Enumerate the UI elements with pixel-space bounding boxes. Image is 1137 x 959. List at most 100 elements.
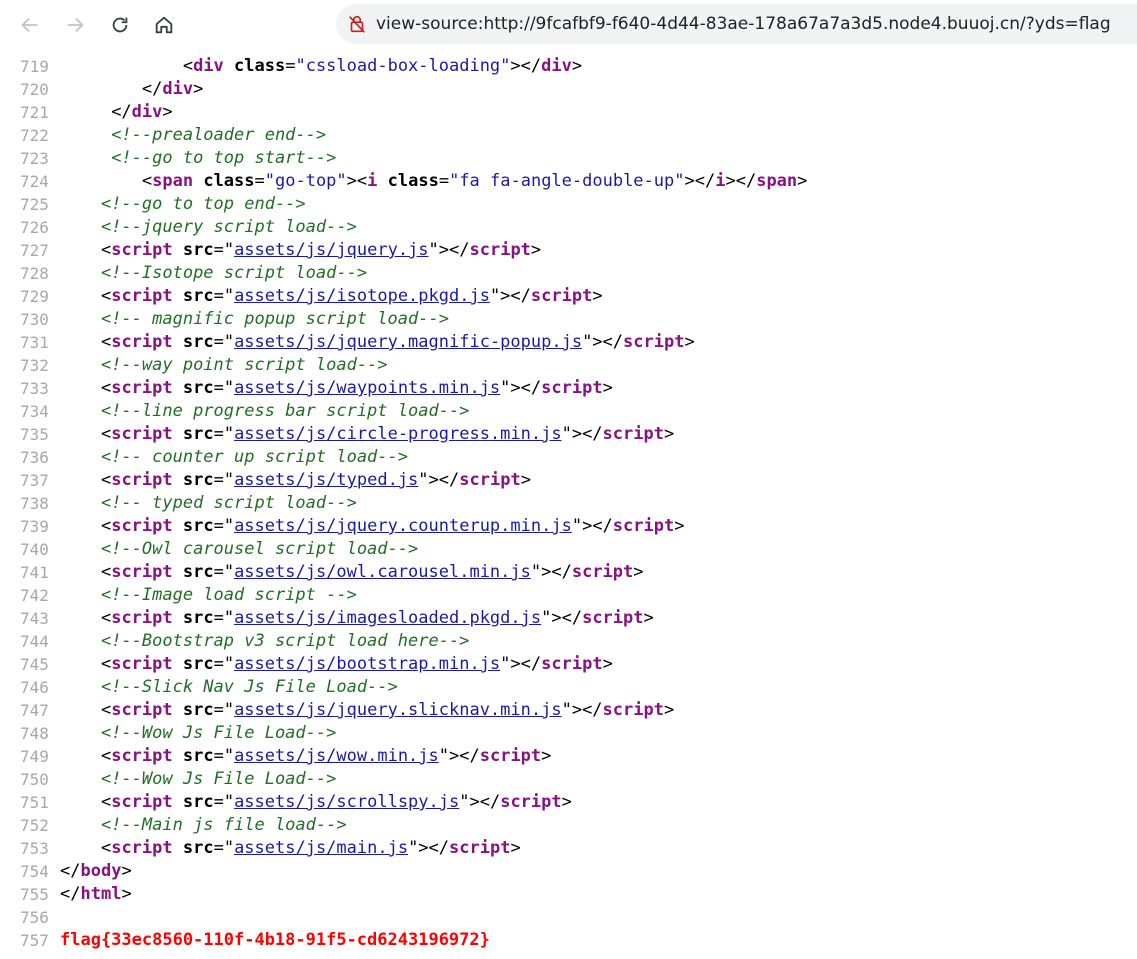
source-link[interactable]: assets/js/main.js [234,838,408,858]
code-token: > [663,424,675,444]
code-token: "> [428,240,450,260]
back-button[interactable] [15,10,45,40]
code-token: i [715,171,726,191]
code-token: > [602,378,613,398]
source-line: 737 <script src="assets/js/typed.js"></s… [0,469,1137,492]
code-token: > [571,56,583,76]
code-token: script [602,700,664,720]
source-link[interactable]: assets/js/scrollspy.js [234,792,459,812]
source-link[interactable]: assets/js/jquery.slicknav.min.js [234,700,562,720]
source-line: 744 <!--Bootstrap v3 script load here--> [0,630,1137,653]
code-token: script [541,654,603,674]
html-comment: <!--Wow Js File Load--> [100,723,337,743]
line-code: <script src="assets/js/isotope.pkgd.js">… [60,285,603,308]
code-token: </ [60,884,81,904]
forward-button[interactable] [60,10,90,40]
code-token: > [684,171,695,191]
code-token: > [725,171,736,191]
code-token: > [346,171,357,191]
source-link[interactable]: assets/js/wow.min.js [234,746,439,766]
code-token: </ [520,378,542,398]
source-line: 755 </html> [0,883,1137,906]
code-token: script [571,562,634,582]
source-line: 738 <!-- typed script load--> [0,492,1137,515]
code-token: </ [582,700,603,720]
code-token: > [121,861,132,881]
line-code: <script src="assets/js/circle-progress.m… [60,423,674,446]
code-token: =" [213,240,235,260]
source-line: 756 [0,906,1137,929]
line-code: <script src="assets/js/main.js"></script… [60,837,521,860]
code-token: div [162,79,194,99]
code-token: "> [571,516,593,536]
code-token: > [602,654,613,674]
code-token: < [100,470,112,490]
source-line: 748 <!--Wow Js File Load--> [0,722,1137,745]
arrow-right-icon [67,17,84,33]
source-line: 724 <span class="go-top"><i class="fa fa… [0,170,1137,193]
code-token: src [172,838,214,858]
line-code: <div class="cssload-box-loading"></div> [60,55,582,78]
code-token: span [152,171,194,191]
code-token: script [111,286,173,306]
code-token: < [100,792,112,812]
source-link[interactable]: assets/js/jquery.magnific-popup.js [234,332,582,352]
source-line: 740 <!--Owl carousel script load--> [0,538,1137,561]
source-link[interactable]: assets/js/jquery.js [234,240,428,260]
code-token: "go-top" [264,171,347,191]
code-token: "> [541,608,562,628]
source-link[interactable]: assets/js/owl.carousel.min.js [234,562,531,582]
code-token: "> [500,378,521,398]
line-code: <script src="assets/js/waypoints.min.js"… [60,377,613,400]
address-bar[interactable]: view-source:http://9fcafbf9-f640-4d44-83… [336,4,1137,44]
code-token: =" [213,792,235,812]
code-token: script [111,240,173,260]
code-token: "> [489,286,511,306]
url-text[interactable]: view-source:http://9fcafbf9-f640-4d44-83… [376,14,1111,34]
reload-button[interactable] [105,10,135,40]
html-comment: <!--line progress bar script load--> [100,401,470,421]
code-token: > [530,240,542,260]
code-token: class [223,56,286,76]
html-comment: <!--way point script load--> [100,355,388,375]
code-token: src [172,516,214,536]
source-link[interactable]: assets/js/circle-progress.min.js [234,424,562,444]
source-line: 730 <!-- magnific popup script load--> [0,308,1137,331]
source-link[interactable]: assets/js/jquery.counterup.min.js [234,516,572,536]
source-link[interactable]: assets/js/typed.js [234,470,418,490]
code-token: < [100,378,112,398]
source-line: 751 <script src="assets/js/scrollspy.js"… [0,791,1137,814]
not-secure-icon[interactable] [346,13,368,35]
html-comment: <!--Image load script --> [100,585,357,605]
code-token: div [131,102,163,122]
html-comment: <!--Bootstrap v3 script load here--> [100,631,470,651]
code-token: script [111,700,173,720]
line-number: 756 [20,908,49,927]
code-token: =" [213,332,235,352]
code-token: "fa fa-angle-double-up" [449,171,685,191]
code-token: </ [459,746,480,766]
html-comment: <!--go to top start--> [111,148,337,168]
code-token: class [377,171,439,191]
line-code: <!-- magnific popup script load--> [60,308,449,331]
code-token: =" [213,562,235,582]
source-line: 720 </div> [0,78,1137,101]
source-link[interactable]: assets/js/isotope.pkgd.js [234,286,490,306]
line-code: <!--go to top start--> [60,147,336,170]
code-token: src [172,286,214,306]
html-comment: <!-- counter up script load--> [100,447,408,467]
source-link[interactable]: assets/js/waypoints.min.js [234,378,500,398]
source-link[interactable]: assets/js/imagesloaded.pkgd.js [234,608,541,628]
source-link[interactable]: assets/js/bootstrap.min.js [234,654,500,674]
code-token: =" [213,746,235,766]
code-token: script [111,792,173,812]
code-token: script [612,516,675,536]
code-token: < [182,56,194,76]
code-token: src [172,332,214,352]
source-line: 743 <script src="assets/js/imagesloaded.… [0,607,1137,630]
source-line: 734 <!--line progress bar script load--> [0,400,1137,423]
code-token: </ [694,171,716,191]
code-token: script [500,792,562,812]
code-token: =" [213,424,235,444]
home-button[interactable] [149,10,179,40]
